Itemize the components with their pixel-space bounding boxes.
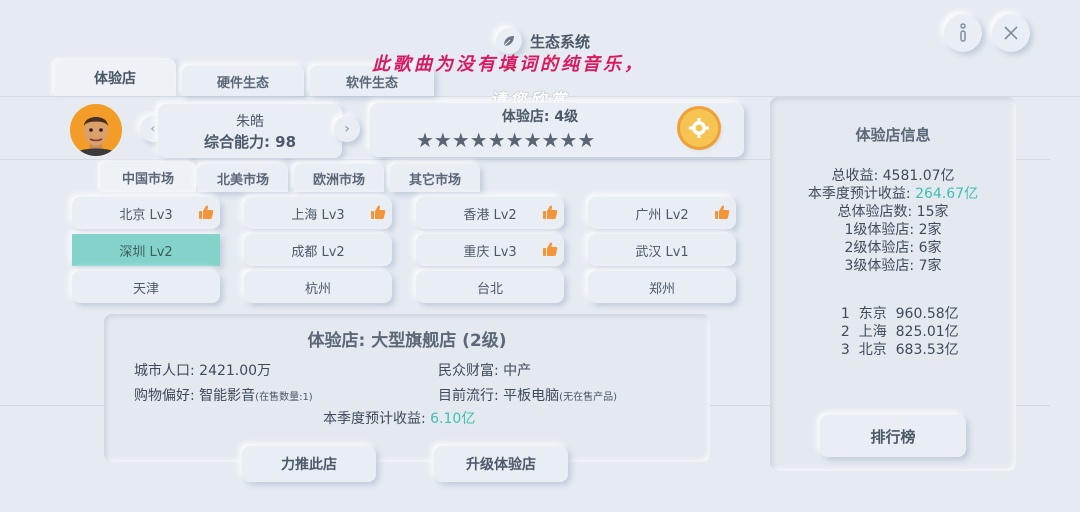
store-detail-title: 体验店: 大型旗舰店 (2级): [307, 331, 507, 351]
current-trend-text: 目前流行: 平板电脑: [438, 388, 560, 404]
city-button[interactable]: 郑州: [588, 271, 736, 303]
lyric-line-1: 此歌曲为没有填词的纯音乐，: [372, 54, 645, 75]
avatar[interactable]: [70, 104, 122, 156]
city-label: 成都 Lv2: [291, 244, 345, 260]
tab-experience-store[interactable]: 体验店: [54, 60, 176, 96]
shopping-preference-note: (在售数量:1): [255, 392, 313, 403]
city-button[interactable]: 武汉 Lv1: [588, 234, 736, 266]
city-label: 郑州: [648, 281, 675, 297]
tab-europe-market[interactable]: 欧洲市场: [294, 164, 384, 192]
store-info-title: 体验店信息: [855, 126, 931, 144]
upgrade-store-button[interactable]: 升级体验店: [434, 446, 568, 482]
current-trend: 目前流行: 平板电脑(无在售产品): [438, 385, 617, 405]
total-income: 总收益: 4581.07亿: [831, 168, 955, 184]
leaderboard-button[interactable]: 排行榜: [820, 415, 966, 457]
current-trend-note: (无在售产品): [559, 392, 617, 403]
thumbs-up-icon: [714, 204, 730, 224]
city-button[interactable]: 北京 Lv3: [72, 197, 220, 229]
season-income-value: 264.67亿: [915, 186, 979, 202]
city-label: 武汉 Lv1: [635, 244, 689, 260]
city-label: 台北: [476, 281, 503, 297]
season-income-label: 本季度预计收益:: [807, 186, 916, 202]
city-button[interactable]: 上海 Lv3: [244, 197, 392, 229]
city-button[interactable]: 杭州: [244, 271, 392, 303]
gear-badge-icon[interactable]: [680, 109, 718, 147]
season-income: 本季度预计收益: 264.67亿: [770, 185, 1016, 203]
city-wealth: 民众财富: 中产: [438, 363, 532, 379]
city-button[interactable]: 成都 Lv2: [244, 234, 392, 266]
thumbs-up-icon: [542, 204, 558, 224]
city-button[interactable]: 香港 Lv2: [416, 197, 564, 229]
city-population: 城市人口: 2421.00万: [134, 363, 272, 379]
tab-china-market[interactable]: 中国市场: [100, 162, 196, 192]
city-label: 天津: [132, 281, 159, 297]
player-name: 朱皓: [236, 113, 264, 130]
ranking-number: 3: [840, 342, 850, 358]
player-ability: 综合能力: 98: [203, 132, 297, 151]
tab-other-market[interactable]: 其它市场: [390, 164, 480, 192]
city-button[interactable]: 台北: [416, 271, 564, 303]
close-button[interactable]: [992, 14, 1030, 52]
city-button[interactable]: 重庆 Lv3: [416, 234, 564, 266]
thumbs-up-icon: [370, 204, 386, 224]
level1-store-count: 1级体验店: 2家: [844, 222, 942, 238]
store-star-rating: ★★★★★★★★★★: [416, 128, 596, 152]
city-button[interactable]: 天津: [72, 271, 220, 303]
shopping-preference: 购物偏好: 智能影音(在售数量:1): [134, 385, 313, 405]
player-card: 朱皓 综合能力: 98: [158, 104, 342, 158]
shopping-preference-text: 购物偏好: 智能影音: [134, 388, 256, 404]
info-icon[interactable]: [944, 14, 982, 52]
city-label: 杭州: [304, 281, 331, 297]
tab-hardware-ecosystem[interactable]: 硬件生态: [182, 66, 304, 96]
store-season-income: 本季度预计收益: 6.10亿: [323, 408, 475, 428]
store-season-income-label: 本季度预计收益:: [323, 411, 431, 427]
next-player-button[interactable]: ›: [334, 116, 360, 142]
ranking-row: 3 北京 683.53亿: [832, 323, 959, 359]
store-level: 体验店: 4级: [501, 109, 579, 125]
window-title-text: 生态系统: [529, 32, 590, 51]
thumbs-up-icon: [198, 204, 214, 224]
total-store-count: 总体验店数: 15家: [837, 204, 949, 220]
ranking-value: 683.53亿: [895, 342, 959, 358]
city-label: 深圳 Lv2: [119, 244, 173, 260]
promote-store-button[interactable]: 力推此店: [242, 446, 376, 482]
ranking-city: 北京: [858, 342, 887, 358]
tab-north-america-market[interactable]: 北美市场: [198, 164, 288, 192]
level2-store-count: 2级体验店: 6家: [844, 240, 942, 256]
close-icon: [1004, 26, 1018, 40]
city-button[interactable]: 广州 Lv2: [588, 197, 736, 229]
city-button[interactable]: 深圳 Lv2: [72, 234, 220, 266]
thumbs-up-icon: [542, 241, 558, 261]
level3-store-count: 3级体验店: 7家: [844, 258, 942, 274]
store-season-income-value: 6.10亿: [430, 411, 476, 427]
